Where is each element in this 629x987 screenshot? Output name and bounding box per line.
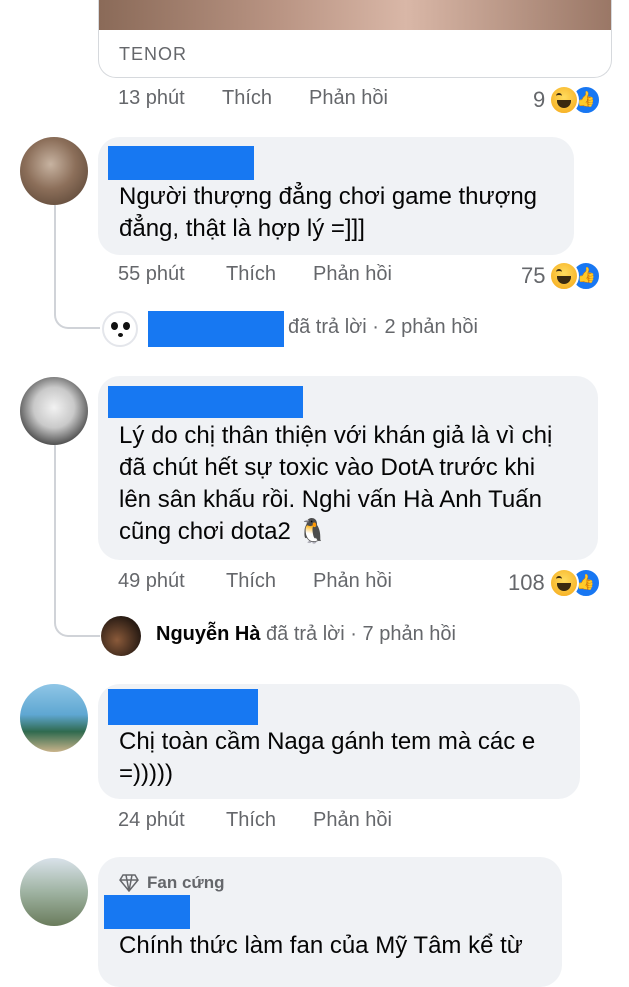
comment-text: Chính thức làm fan của Mỹ Tâm kể từ [119,932,523,959]
author-name-redacted[interactable] [108,386,303,418]
haha-reaction-icon [548,568,579,598]
author-name-redacted[interactable] [104,895,190,929]
comment-bubble: Fan cứng Chính thức làm fan của Mỹ Tâm k… [98,857,562,987]
comment-line: =))))) [119,760,173,787]
reply-author-name[interactable]: Nguyễn Hà [156,623,260,645]
comment-time: 55 phút [118,263,185,285]
comment-text: Chị toàn cầm Naga gánh tem mà các e =)))… [119,726,535,790]
like-button[interactable]: Thích [226,809,276,832]
reply-summary[interactable]: Nguyễn Hà đã trả lời · 7 phản hồi [156,623,456,646]
reply-verb: đã trả lời [266,623,345,645]
reply-button[interactable]: Phản hồi [313,570,392,593]
separator: · [372,316,379,338]
reply-button[interactable]: Phản hồi [313,809,392,832]
reply-verb: đã trả lời [288,316,367,338]
like-button[interactable]: Thích [226,570,276,593]
reaction-summary[interactable]: 9 👍 [533,85,602,115]
like-button[interactable]: Thích [226,263,276,286]
separator: · [350,623,357,645]
avatar[interactable] [20,137,88,205]
reaction-count: 9 [533,87,546,112]
penguin-emoji-icon: 🐧 [297,518,328,545]
reply-button[interactable]: Phản hồi [309,87,388,110]
comment-bubble: Chị toàn cầm Naga gánh tem mà các e =)))… [98,684,580,799]
reaction-summary[interactable]: 108 👍 [508,568,601,598]
comment-line: Lý do chị thân thiện với khán giả là vì … [119,422,553,449]
thread-line [54,445,100,637]
like-button[interactable]: Thích [222,87,272,110]
reply-author-redacted[interactable] [148,311,284,347]
avatar[interactable] [20,684,88,752]
avatar[interactable] [20,858,88,926]
comment-line: lên sân khấu rồi. Nghi vấn Hà Anh Tuấn [119,486,542,513]
fan-badge[interactable]: Fan cứng [119,873,224,893]
reply-summary[interactable]: đã trả lời · 2 phản hồi [288,316,478,339]
comment-line: Chị toàn cầm Naga gánh tem mà các e [119,728,536,755]
comment-text: Lý do chị thân thiện với khán giả là vì … [119,420,552,548]
comment-bubble: Lý do chị thân thiện với khán giả là vì … [98,376,598,560]
gif-source-label: TENOR [119,44,187,64]
comment-time: 49 phút [118,570,185,592]
diamond-icon [119,874,139,892]
thread-line [54,205,100,329]
author-name-redacted[interactable] [108,689,258,725]
panda-avatar[interactable] [102,311,138,347]
reply-button[interactable]: Phản hồi [313,263,392,286]
comment-time: 24 phút [118,809,185,831]
comment-bubble: Người thượng đẳng chơi game thượng đẳng,… [98,137,574,255]
reaction-count: 108 [508,570,545,595]
gif-image[interactable] [99,0,611,30]
reply-count: 7 phản hồi [362,623,456,645]
comment-line: cũng chơi dota2 🐧 [119,518,328,545]
reply-author-avatar[interactable] [101,616,141,656]
gif-attachment[interactable]: TENOR [98,0,612,78]
comment-time: 13 phút [118,87,185,109]
reaction-count: 75 [521,263,546,288]
reply-count: 2 phản hồi [384,316,478,338]
comment-line: đã chút hết sự toxic vào DotA trước khi [119,454,536,481]
comment-text: Người thượng đẳng chơi game thượng đẳng,… [119,183,538,242]
reaction-summary[interactable]: 75 👍 [521,261,602,291]
author-name-redacted[interactable] [108,146,254,180]
avatar[interactable] [20,377,88,445]
